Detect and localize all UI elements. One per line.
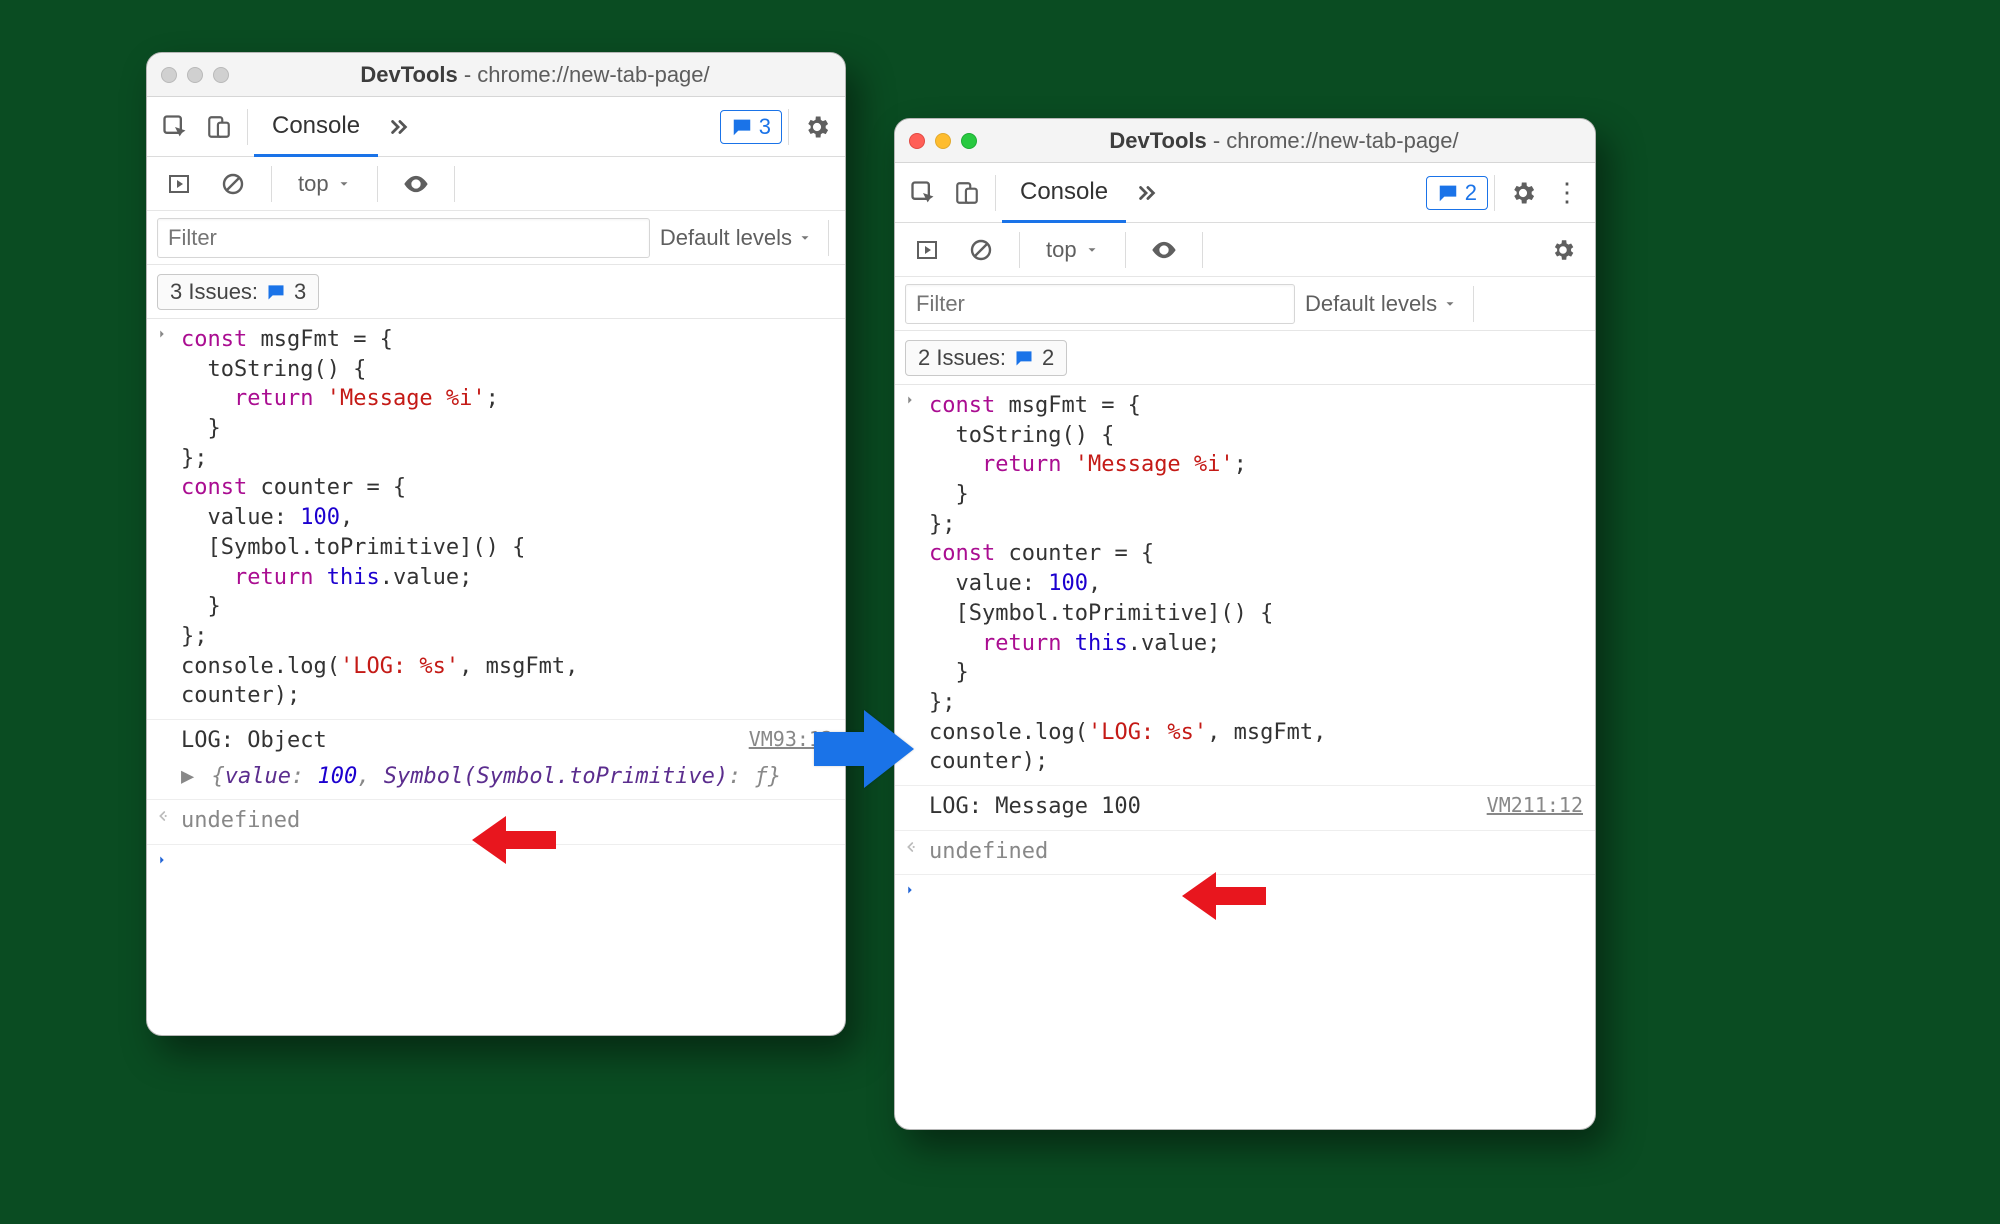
- window-title: DevTools - chrome://new-tab-page/: [239, 62, 831, 88]
- console-settings-gear-icon[interactable]: [1541, 228, 1585, 272]
- clear-console-icon[interactable]: [959, 228, 1003, 272]
- log-output-line: LOG: Object VM93:12 ▶ {value: 100, Symbo…: [147, 720, 845, 800]
- traffic-min-icon[interactable]: [935, 133, 951, 149]
- traffic-min-icon[interactable]: [187, 67, 203, 83]
- chevron-right-icon: [903, 393, 917, 407]
- traffic-lights: [909, 133, 977, 149]
- log-text: LOG: Object: [181, 728, 327, 753]
- issues-badge[interactable]: 2: [1426, 176, 1488, 210]
- filter-input[interactable]: [905, 284, 1295, 324]
- prompt-icon: [155, 853, 169, 867]
- titlebar: DevTools - chrome://new-tab-page/: [147, 53, 845, 97]
- tab-console[interactable]: Console: [254, 98, 378, 157]
- prompt-icon: [903, 883, 917, 897]
- tabs-row: Console 2 ⋮: [895, 163, 1595, 223]
- devtools-window-after: DevTools - chrome://new-tab-page/ Consol…: [894, 118, 1596, 1130]
- console-body: const msgFmt = { toString() { return 'Me…: [147, 319, 845, 1035]
- traffic-close-icon[interactable]: [161, 67, 177, 83]
- transition-arrow-icon: [814, 704, 914, 794]
- console-body: const msgFmt = { toString() { return 'Me…: [895, 385, 1595, 1129]
- tabs-row: Console 3: [147, 97, 845, 157]
- log-text: LOG: Message 100: [929, 794, 1141, 819]
- filter-row: Default levels: [895, 277, 1595, 331]
- issues-pill[interactable]: 3 Issues: 3: [157, 274, 319, 310]
- undefined-label: undefined: [929, 839, 1048, 864]
- log-output-line: LOG: Message 100 VM211:12: [895, 786, 1595, 831]
- filter-input[interactable]: [157, 218, 650, 258]
- issues-row: 3 Issues: 3: [147, 265, 845, 319]
- console-input-snippet: const msgFmt = { toString() { return 'Me…: [147, 319, 845, 720]
- settings-gear-icon[interactable]: [795, 105, 839, 149]
- devtools-window-before: DevTools - chrome://new-tab-page/ Consol…: [146, 52, 846, 1036]
- tab-console[interactable]: Console: [1002, 164, 1126, 223]
- return-value-line: undefined: [895, 831, 1595, 876]
- issues-badge[interactable]: 3: [720, 110, 782, 144]
- console-drawer-icon[interactable]: [157, 162, 201, 206]
- issues-row: 2 Issues: 2: [895, 331, 1595, 385]
- reply-arrow-icon: [155, 808, 171, 824]
- window-title: DevTools - chrome://new-tab-page/: [987, 128, 1581, 154]
- highlight-arrow-left-icon: [472, 814, 556, 866]
- traffic-max-icon[interactable]: [213, 67, 229, 83]
- device-toolbar-icon[interactable]: [945, 171, 989, 215]
- chevron-right-icon: [155, 327, 169, 341]
- console-drawer-icon[interactable]: [905, 228, 949, 272]
- more-tabs-icon[interactable]: [378, 116, 420, 138]
- context-selector[interactable]: top: [1036, 233, 1109, 267]
- undefined-label: undefined: [181, 808, 300, 833]
- expand-triangle-icon[interactable]: ▶: [181, 762, 194, 792]
- console-input-snippet: const msgFmt = { toString() { return 'Me…: [895, 385, 1595, 786]
- clear-console-icon[interactable]: [211, 162, 255, 206]
- settings-gear-icon[interactable]: [1501, 171, 1545, 215]
- kebab-menu-icon[interactable]: ⋮: [1545, 171, 1589, 215]
- inspect-element-icon[interactable]: [901, 171, 945, 215]
- object-preview[interactable]: ▶ {value: 100, Symbol(Symbol.toPrimitive…: [181, 762, 835, 792]
- live-expression-eye-icon[interactable]: [394, 162, 438, 206]
- source-link[interactable]: VM211:12: [1487, 792, 1583, 819]
- reply-arrow-icon: [903, 839, 919, 855]
- live-expression-eye-icon[interactable]: [1142, 228, 1186, 272]
- inspect-element-icon[interactable]: [153, 105, 197, 149]
- context-selector[interactable]: top: [288, 167, 361, 201]
- traffic-max-icon[interactable]: [961, 133, 977, 149]
- traffic-close-icon[interactable]: [909, 133, 925, 149]
- log-levels-selector[interactable]: Default levels: [660, 225, 812, 251]
- traffic-lights: [161, 67, 229, 83]
- issues-pill[interactable]: 2 Issues: 2: [905, 340, 1067, 376]
- device-toolbar-icon[interactable]: [197, 105, 241, 149]
- console-toolbar: top: [147, 157, 845, 211]
- console-toolbar: top: [895, 223, 1595, 277]
- highlight-arrow-right-icon: [1182, 870, 1266, 922]
- filter-row: Default levels: [147, 211, 845, 265]
- more-tabs-icon[interactable]: [1126, 182, 1168, 204]
- log-levels-selector[interactable]: Default levels: [1305, 291, 1457, 317]
- titlebar: DevTools - chrome://new-tab-page/: [895, 119, 1595, 163]
